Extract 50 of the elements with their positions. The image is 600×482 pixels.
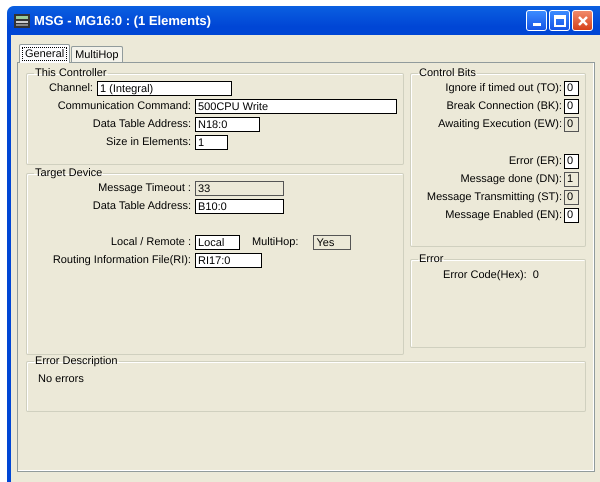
group-title: Error Description [34, 355, 119, 367]
input-field[interactable]: 0 [564, 98, 579, 114]
field-label: Ignore if timed out (TO): [445, 82, 562, 94]
field-label: Error Code(Hex): [443, 269, 527, 281]
error-description-text: No errors [37, 372, 84, 385]
input-field[interactable]: 500CPU Write [195, 98, 397, 114]
input-field[interactable]: 0 [564, 80, 579, 96]
field-label: Communication Command: [56, 100, 192, 112]
close-icon [576, 14, 588, 26]
field-label: Message Enabled (EN): [445, 209, 562, 221]
group-title: Error [418, 253, 444, 265]
field-label: MultiHop: [252, 236, 298, 248]
group-title: This Controller [34, 67, 108, 79]
minimize-button[interactable] [526, 10, 547, 31]
minimize-icon [532, 22, 540, 26]
input-field[interactable]: RI17:0 [195, 252, 262, 268]
error-code: 0 [532, 269, 539, 281]
input-field[interactable]: N18:0 [195, 116, 260, 132]
close-button[interactable] [572, 10, 593, 31]
input-field[interactable]: Local [195, 234, 240, 250]
input-field[interactable]: 0 [564, 208, 579, 222]
input-field[interactable]: 33 [195, 180, 284, 196]
tab[interactable]: MultiHop [71, 46, 123, 62]
window-title: MSG - MG16:0 : (1 Elements) [34, 13, 211, 28]
group-title: Control Bits [418, 67, 477, 79]
input-field[interactable]: 1 [564, 172, 579, 186]
field-label: Message done (DN): [460, 173, 562, 185]
field-label: Error (ER): [508, 155, 562, 167]
field-label: Size in Elements: [105, 136, 192, 148]
input-field[interactable]: 1 [195, 134, 228, 150]
field-label: Message Timeout : [97, 182, 192, 194]
field-label: Routing Information File(RI): [52, 254, 192, 266]
maximize-button[interactable] [549, 10, 570, 31]
group-title: Target Device [34, 167, 104, 179]
tab[interactable]: General [19, 44, 70, 63]
field-label: Channel: [48, 82, 94, 94]
input-field[interactable]: 0 [564, 116, 579, 132]
field-label: Local / Remote : [110, 236, 192, 248]
input-field[interactable]: Yes [313, 234, 352, 250]
app-icon [14, 12, 30, 28]
input-field[interactable]: B10:0 [195, 198, 284, 214]
field-label: Data Table Address: [92, 118, 192, 130]
field-label: Break Connection (BK): [446, 100, 562, 112]
field-label: Data Table Address: [92, 200, 192, 212]
input-field[interactable]: 0 [564, 190, 579, 204]
field-label: Awaiting Execution (EW): [438, 118, 562, 130]
field-label: Message Transmitting (ST): [426, 191, 562, 203]
input-field[interactable]: 1 (Integral) [97, 80, 232, 96]
input-field[interactable]: 0 [564, 154, 579, 168]
maximize-icon [554, 14, 566, 26]
